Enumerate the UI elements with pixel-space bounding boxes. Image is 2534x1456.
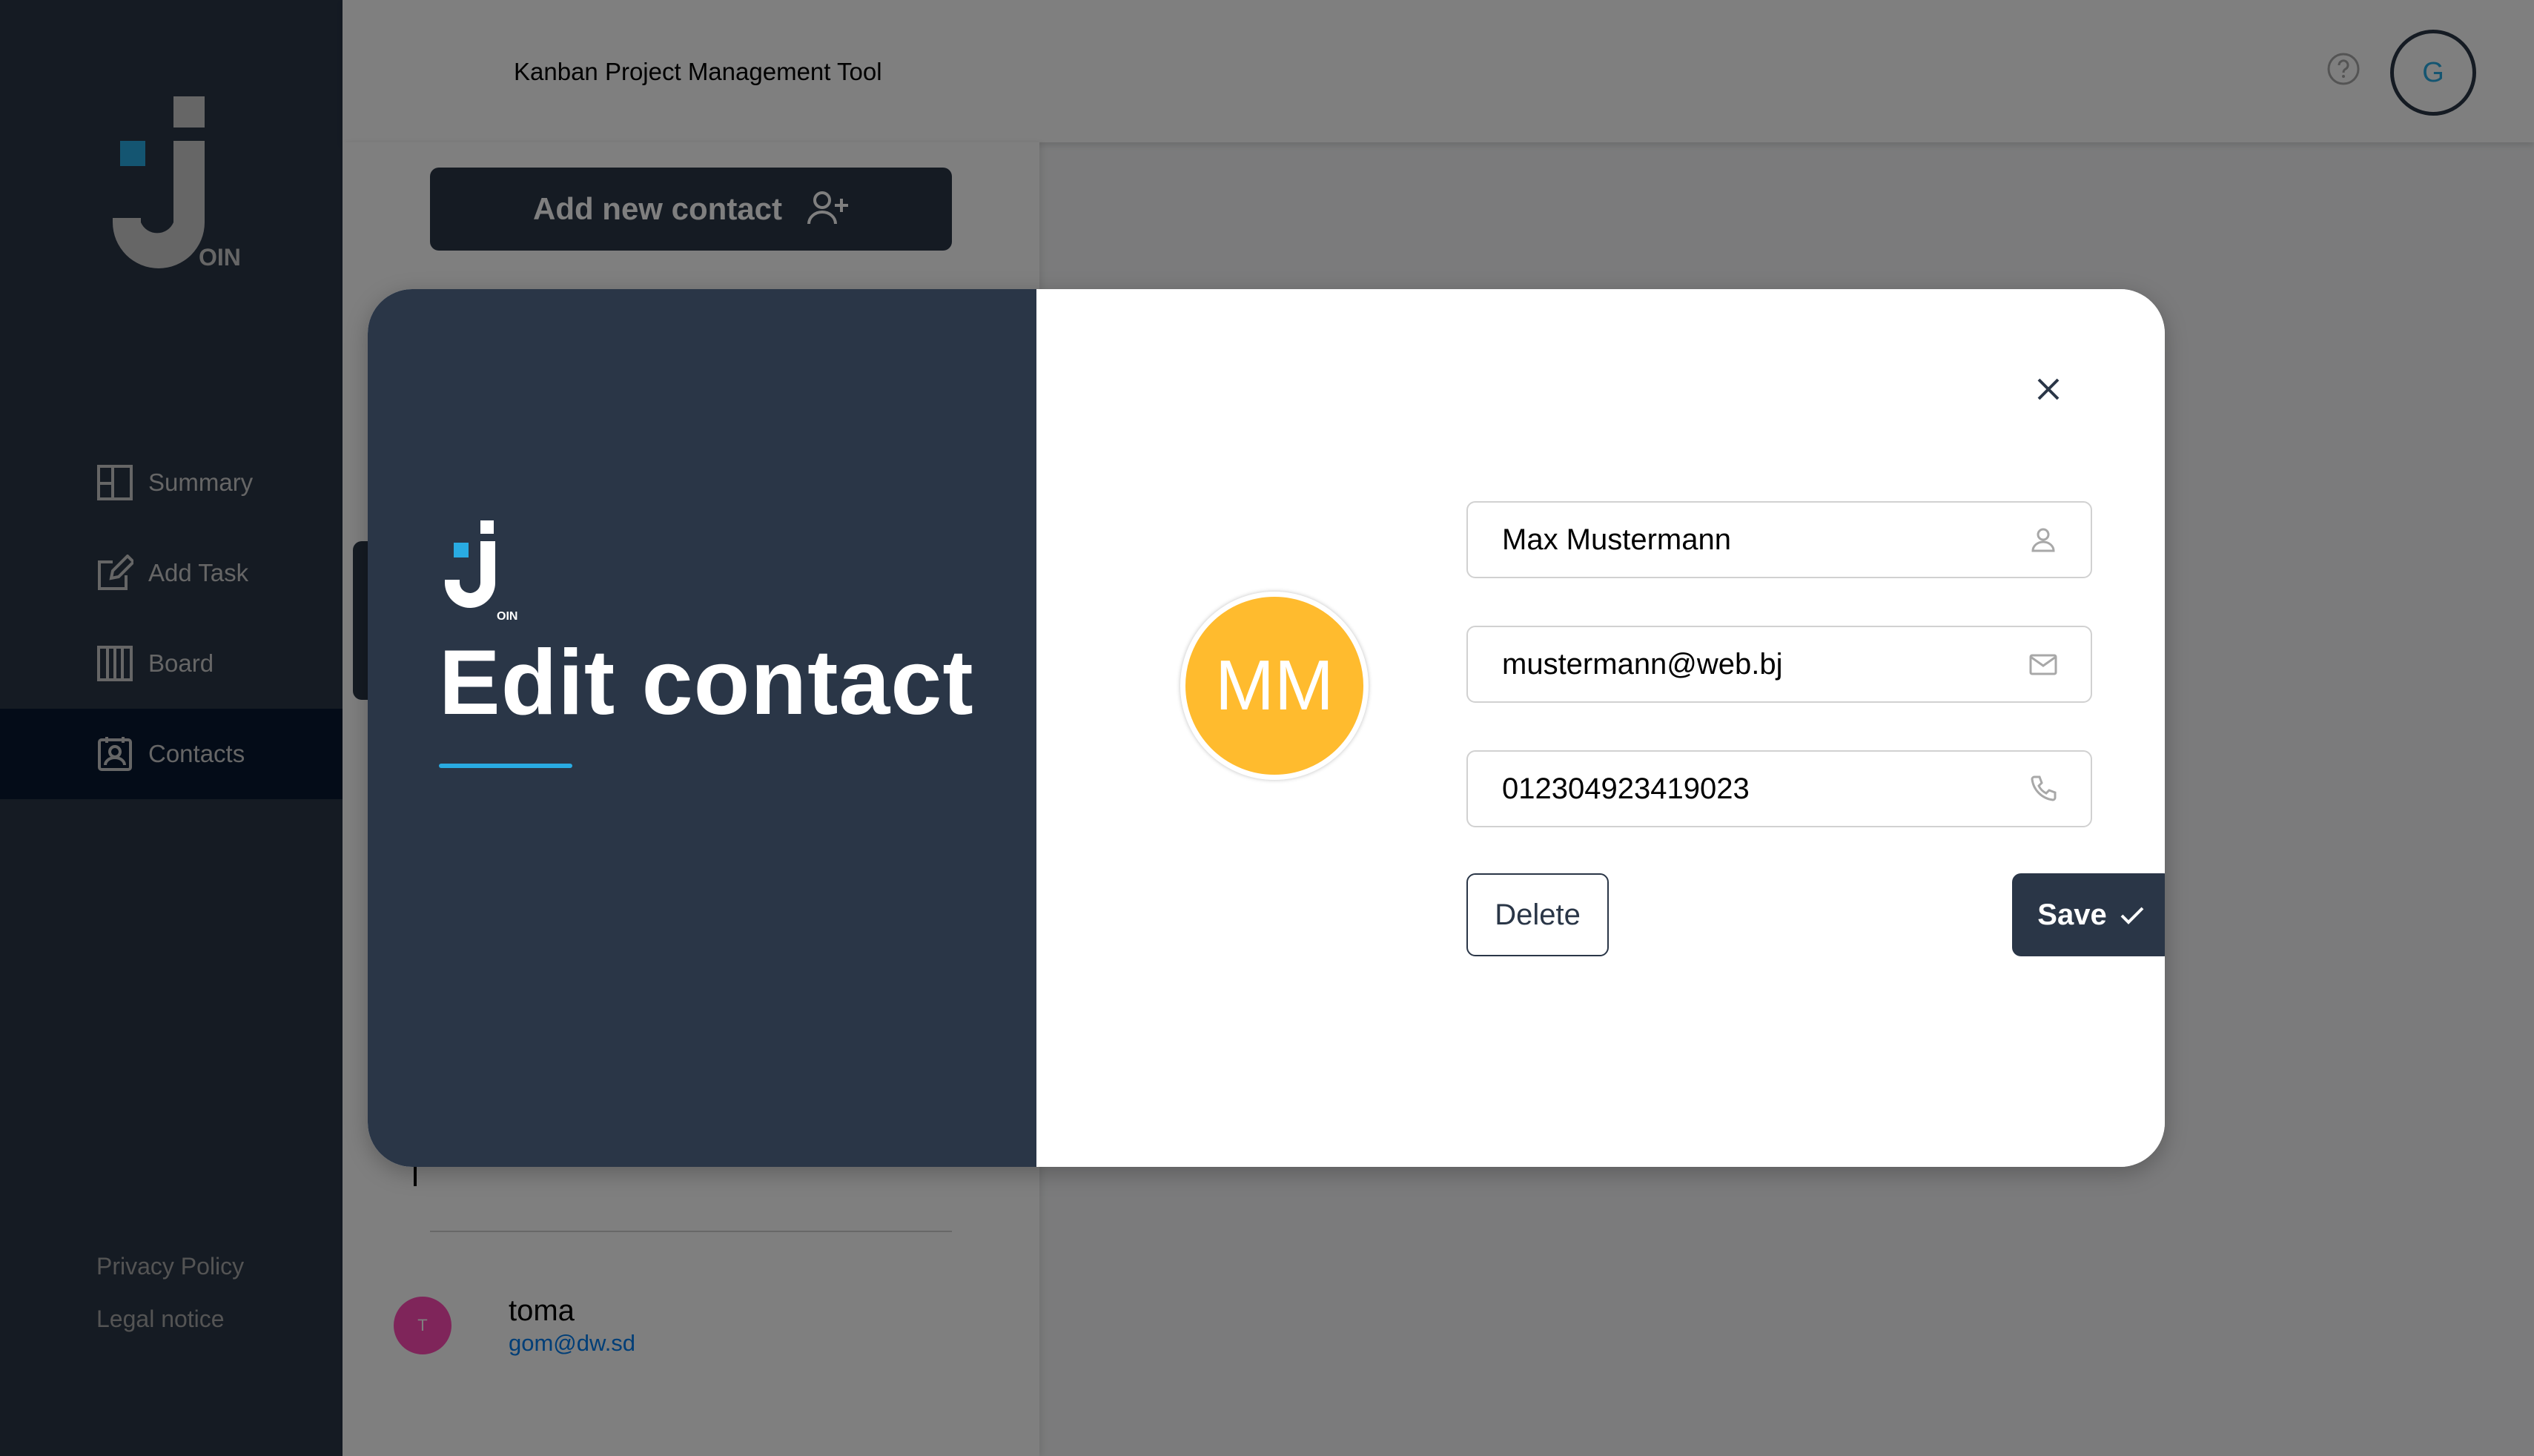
close-button[interactable]	[2022, 363, 2074, 415]
modal-banner: OIN Edit contact	[368, 289, 1036, 1167]
modal-form-area: MM Delete Save	[1036, 289, 2165, 1167]
edit-contact-modal: OIN Edit contact MM Max Mustermann muste…	[368, 289, 2165, 1167]
title-underline	[439, 764, 572, 768]
name-field[interactable]	[1466, 501, 2092, 578]
modal-title: Edit contact	[439, 632, 974, 734]
phone-field[interactable]	[1466, 750, 2092, 827]
join-logo: OIN	[445, 520, 517, 623]
email-field[interactable]	[1466, 626, 2092, 703]
mail-icon	[2029, 654, 2057, 675]
svg-text:OIN: OIN	[497, 610, 517, 623]
save-button[interactable]: Save	[2012, 873, 2165, 956]
contact-avatar-large: MM	[1180, 592, 1369, 780]
delete-button[interactable]: Delete	[1466, 873, 1609, 956]
email-input[interactable]	[1502, 647, 2028, 681]
check-icon	[2120, 907, 2144, 924]
phone-icon	[2031, 775, 2057, 801]
save-label: Save	[2037, 898, 2107, 931]
name-input[interactable]	[1502, 523, 2028, 557]
close-icon	[2037, 378, 2060, 400]
person-icon	[2031, 528, 2055, 552]
phone-input[interactable]	[1502, 772, 2028, 806]
